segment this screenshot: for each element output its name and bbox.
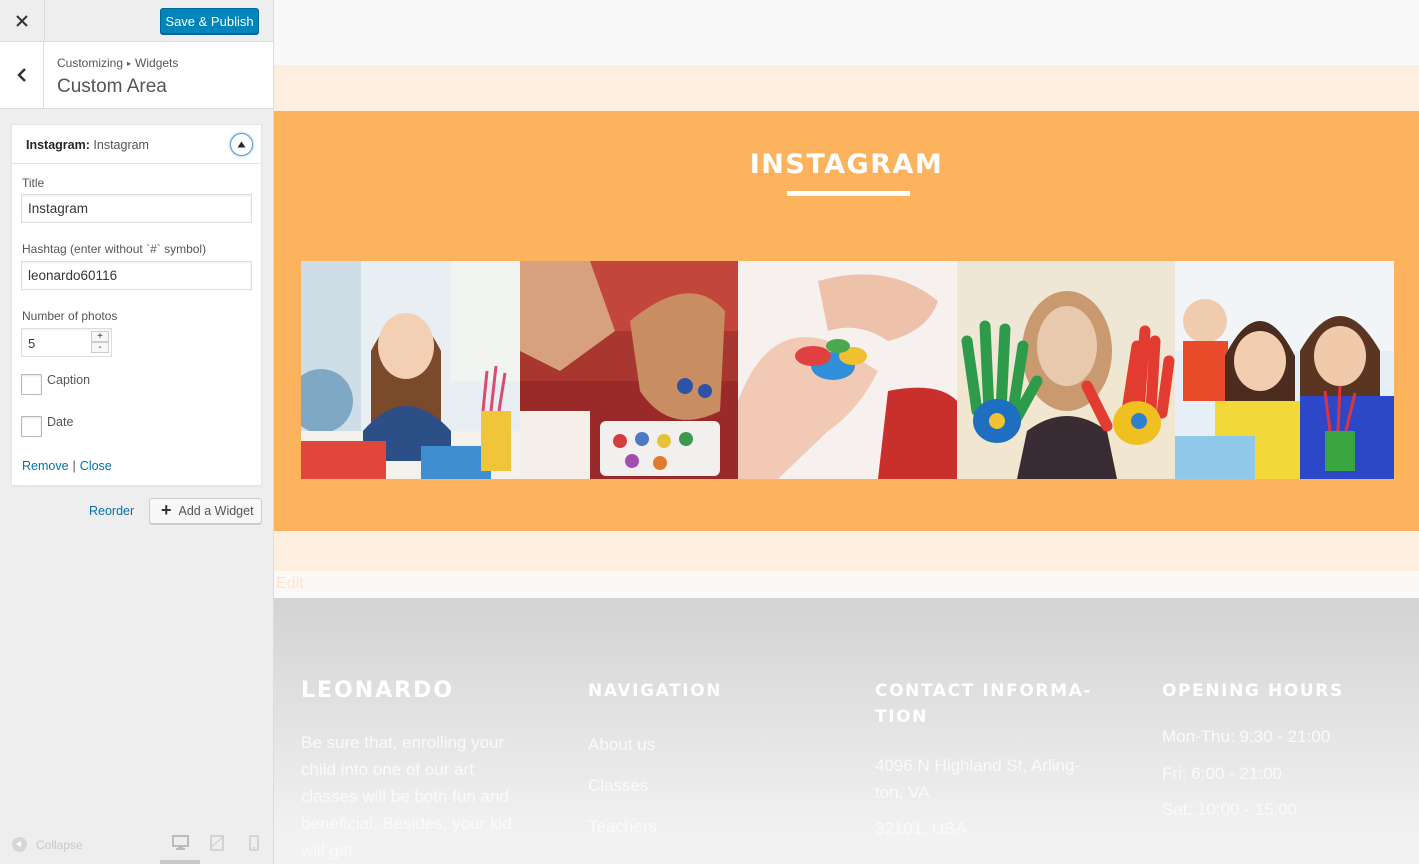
breadcrumb-separator: ▸ [127, 59, 132, 68]
heading-underline [787, 191, 910, 196]
widget-type: Instagram: [26, 138, 90, 152]
add-widget-button[interactable]: + Add a Widget [149, 498, 262, 524]
breadcrumb: Customizing ▸ Widgets [57, 56, 178, 70]
footer-nav-item[interactable]: About us [588, 724, 808, 765]
photo-count-value: 5 [28, 336, 36, 351]
photo-count-stepper[interactable]: 5 + - [21, 328, 112, 357]
footer-about: LEONARDO Be sure that, enrolling your ch… [301, 678, 521, 864]
customizer-sidebar: Save & Publish Customizing ▸ Widgets Custo… [0, 0, 274, 864]
footer-brand: LEONARDO [301, 678, 455, 703]
breadcrumb-root: Customizing [57, 56, 124, 70]
chevron-left-icon [16, 68, 26, 82]
add-widget-label: Add a Widget [178, 504, 254, 518]
tablet-icon[interactable] [210, 835, 224, 851]
stepper-buttons: + - [91, 331, 109, 354]
hashtag-label: Hashtag (enter without `#` symbol) [22, 242, 207, 256]
desktop-icon[interactable] [172, 835, 189, 850]
girl-at-desk-photo[interactable] [301, 261, 520, 479]
section-title: Custom Area [57, 76, 167, 97]
footer-hours: OPENING HOURS Mon-Thu: 9:30 - 21:00 Fri:… [1162, 678, 1382, 829]
widget-actions: Remove | Close [22, 459, 112, 473]
widget-header[interactable]: Instagram: Instagram [12, 125, 261, 164]
contact-line: ton, VA [875, 783, 930, 802]
decrement-button[interactable]: - [91, 342, 109, 353]
increment-button[interactable]: + [91, 331, 109, 342]
footer-nav-item[interactable]: Classes [588, 765, 808, 806]
footer-hours-heading: OPENING HOURS [1162, 681, 1344, 701]
back-button[interactable] [0, 42, 44, 108]
preview-cream-band [274, 65, 1419, 111]
save-publish-button[interactable]: Save & Publish [160, 8, 259, 34]
hours-line: Sat: 10:00 - 15:00 [1162, 800, 1298, 819]
title-label: Title [22, 176, 45, 190]
footer-contact: CONTACT INFORMA-TION 4096 N Highland St,… [875, 678, 1095, 842]
edit-strip: Edit [274, 571, 1419, 598]
edit-link[interactable]: Edit [276, 575, 304, 593]
child-painting-clay-photo[interactable] [519, 261, 739, 479]
plus-icon: + [161, 499, 172, 520]
instagram-heading: INSTAGRAM [749, 149, 944, 180]
collapse-button[interactable]: Collapse [12, 837, 83, 852]
footer-nav-heading: NAVIGATION [588, 681, 723, 701]
footer-nav-item[interactable]: Teachers [588, 806, 808, 847]
contact-line: 4096 N Highland St, Arling- [875, 756, 1081, 775]
instagram-photo-strip [301, 261, 1394, 479]
section-header: Customizing ▸ Widgets Custom Area [0, 42, 273, 109]
mobile-icon[interactable] [249, 835, 259, 851]
painted-hands-photo[interactable] [956, 261, 1176, 479]
actions-separator: | [72, 459, 76, 473]
kids-smiling-photo[interactable] [1175, 261, 1394, 479]
date-option: Date [21, 414, 74, 437]
customizer-footer: Collapse [0, 825, 273, 864]
date-checkbox[interactable] [21, 416, 42, 437]
close-icon [16, 15, 28, 27]
instagram-widget: Instagram: Instagram Title Hashtag (ente… [11, 124, 262, 486]
remove-link[interactable]: Remove [22, 459, 69, 473]
collapse-label: Collapse [36, 837, 83, 852]
footer-contact-heading: CONTACT INFORMA-TION [875, 681, 1093, 727]
caption-checkbox[interactable] [21, 374, 42, 395]
close-link[interactable]: Close [80, 459, 112, 473]
preview-cream-band-lower [274, 531, 1419, 571]
contact-line: 32101, USA [875, 819, 967, 838]
title-field[interactable] [21, 194, 252, 223]
date-label: Date [47, 414, 74, 429]
hours-line: Fri: 6:00 - 21:00 [1162, 763, 1283, 783]
collapse-icon [12, 837, 27, 852]
site-preview: INSTAGRAM Edit LEONARDO Be sure that, en… [274, 0, 1419, 864]
arrow-up-icon [237, 141, 246, 148]
customizer-header: Save & Publish [0, 0, 273, 42]
site-footer: LEONARDO Be sure that, enrolling your ch… [274, 598, 1419, 864]
footer-navigation: NAVIGATION About us Classes Teachers [588, 678, 808, 847]
hours-line: Mon-Thu: 9:30 - 21:00 [1162, 727, 1331, 746]
caption-option: Caption [21, 372, 91, 395]
widget-collapse-toggle[interactable] [230, 133, 253, 156]
preview-top-band [274, 0, 1419, 65]
photo-count-label: Number of photos [22, 309, 118, 323]
active-device-indicator [160, 860, 200, 864]
footer-about-text: Be sure that, enrolling your child into … [301, 733, 512, 860]
reorder-link[interactable]: Reorder [89, 504, 134, 518]
caption-label: Caption [47, 372, 91, 387]
hands-with-plasticine-photo[interactable] [738, 261, 957, 479]
widget-title: Instagram: Instagram [26, 138, 149, 152]
hashtag-field[interactable] [21, 261, 252, 290]
widget-name: Instagram [93, 138, 149, 152]
breadcrumb-leaf: Widgets [135, 56, 179, 70]
close-customizer-button[interactable] [0, 0, 45, 42]
